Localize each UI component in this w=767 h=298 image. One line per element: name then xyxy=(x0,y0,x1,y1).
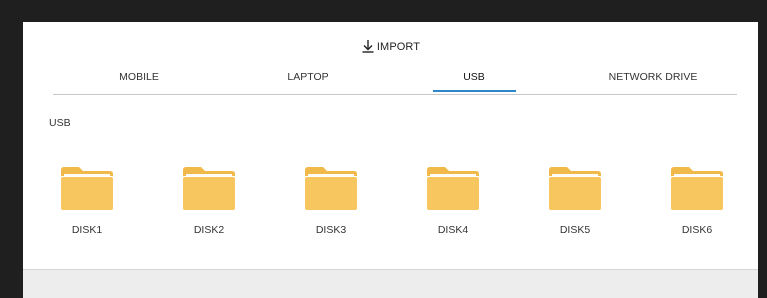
window-frame: IMPORT MOBILE LAPTOP USB NETWORK DRIVE U… xyxy=(0,0,767,298)
disk-item[interactable]: DISK5 xyxy=(530,164,620,236)
disk-item[interactable]: DISK2 xyxy=(164,164,254,236)
tab-network-drive[interactable]: NETWORK DRIVE xyxy=(609,70,698,94)
source-tabs: MOBILE LAPTOP USB NETWORK DRIVE xyxy=(53,70,737,95)
folder-icon xyxy=(671,167,723,210)
import-panel: IMPORT MOBILE LAPTOP USB NETWORK DRIVE U… xyxy=(23,22,758,298)
disk-name: DISK3 xyxy=(315,224,347,236)
footer-bar xyxy=(23,269,758,298)
disk-item[interactable]: DISK1 xyxy=(42,164,132,236)
tab-laptop[interactable]: LAPTOP xyxy=(287,70,328,94)
section-title: USB xyxy=(49,117,71,129)
disk-name: DISK2 xyxy=(193,224,225,236)
folder-icon xyxy=(183,167,235,210)
import-header[interactable]: IMPORT xyxy=(23,39,758,53)
import-label: IMPORT xyxy=(376,41,421,53)
disk-name: DISK1 xyxy=(71,224,103,236)
folder-icon xyxy=(427,167,479,210)
disk-name: DISK5 xyxy=(559,224,591,236)
folder-icon xyxy=(61,167,113,210)
disk-name: DISK4 xyxy=(437,224,469,236)
disk-item[interactable]: DISK4 xyxy=(408,164,498,236)
download-icon xyxy=(361,39,375,53)
disk-item[interactable]: DISK6 xyxy=(652,164,742,236)
folder-icon xyxy=(305,167,357,210)
tab-mobile[interactable]: MOBILE xyxy=(119,70,159,94)
tab-active-indicator xyxy=(433,90,516,92)
disk-name: DISK6 xyxy=(681,224,713,236)
folder-icon xyxy=(549,167,601,210)
disk-item[interactable]: DISK3 xyxy=(286,164,376,236)
